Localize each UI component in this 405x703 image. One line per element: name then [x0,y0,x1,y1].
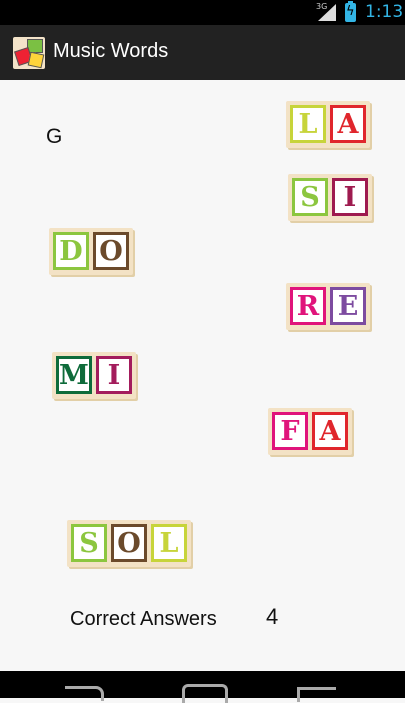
note-label: G [46,125,63,148]
word-block-mi[interactable]: MI [52,352,136,399]
word-block-la[interactable]: LA [286,101,370,148]
recent-apps-icon[interactable] [297,687,336,702]
letter-block: L [290,105,326,143]
letter-block: I [332,178,368,216]
letter-block: S [292,178,328,216]
letter-block: L [151,524,187,562]
word-block-si[interactable]: SI [288,174,372,221]
word-block-re[interactable]: RE [286,283,370,330]
letter-block: M [56,356,92,394]
word-block-do[interactable]: DO [49,228,133,275]
back-icon[interactable] [65,686,104,701]
status-time: 1:13 [365,2,404,22]
home-icon[interactable] [182,684,228,703]
battery-icon: ϟ [345,1,356,22]
status-bar: 3G ϟ 1:13 [0,0,405,25]
network-type: 3G [316,2,328,11]
word-block-fa[interactable]: FA [268,408,352,455]
letter-block: O [93,232,129,270]
correct-answers-count: 4 [266,604,279,629]
letter-block: S [71,524,107,562]
letter-block: D [53,232,89,270]
letter-block: F [272,412,308,450]
app-blocks-icon[interactable] [13,37,45,69]
nav-bar [0,671,405,703]
correct-answers-label: Correct Answers [70,608,217,630]
action-bar: Music Words [0,25,405,80]
app-title: Music Words [53,40,169,62]
letter-block: E [330,287,366,325]
letter-block: I [96,356,132,394]
letter-block: A [330,105,366,143]
letter-block: R [290,287,326,325]
word-block-sol[interactable]: SOL [67,520,191,567]
letter-block: A [312,412,348,450]
letter-block: O [111,524,147,562]
